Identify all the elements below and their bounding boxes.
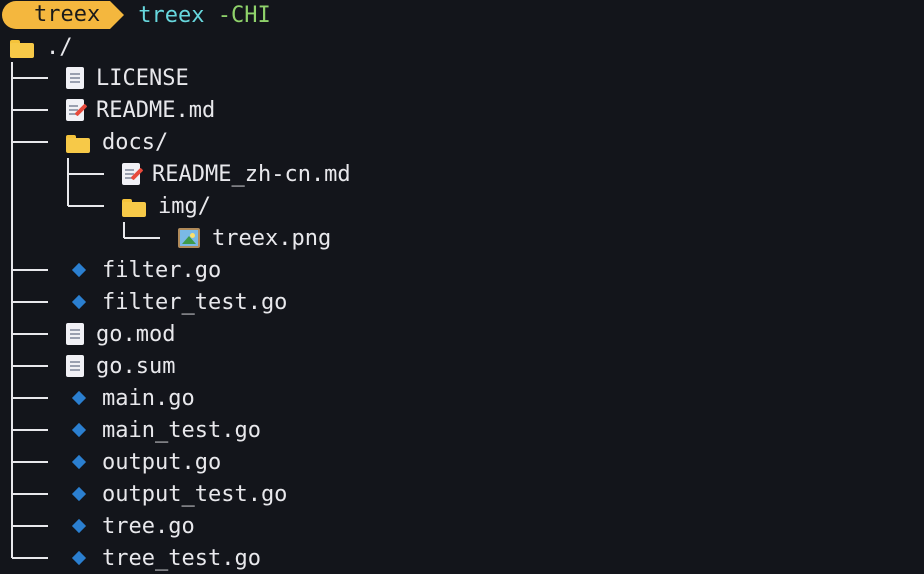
entry-name: filter.go — [102, 257, 222, 283]
tree-connector — [12, 109, 48, 111]
prompt-segment: treex — [2, 1, 125, 29]
go-icon — [71, 454, 87, 470]
go-icon — [71, 550, 87, 566]
entry-name: main_test.go — [102, 417, 261, 443]
command-name: treex — [138, 2, 205, 28]
memo-icon — [122, 163, 140, 185]
tree-connector — [12, 397, 48, 399]
memo-icon — [66, 99, 84, 121]
go-icon — [71, 262, 87, 278]
image-icon — [178, 228, 200, 248]
tree-connector — [12, 269, 48, 271]
entry-name: docs/ — [102, 129, 169, 155]
tree-entry[interactable]: output_test.go — [66, 478, 287, 510]
tree-entry[interactable]: go.sum — [66, 350, 175, 382]
tree-connector — [12, 365, 48, 367]
tree-root: ./ — [10, 31, 73, 63]
tree-connector — [124, 237, 160, 239]
tree-connector — [12, 525, 48, 527]
tree-connector — [12, 333, 48, 335]
entry-name: README.md — [96, 97, 216, 123]
go-icon — [71, 518, 87, 534]
entry-name: main.go — [102, 385, 195, 411]
entry-name: tree.go — [102, 513, 195, 539]
go-icon — [71, 422, 87, 438]
tree-entry[interactable]: main_test.go — [66, 414, 261, 446]
go-icon — [71, 294, 87, 310]
img-branch — [123, 222, 125, 238]
tree-entry[interactable]: filter.go — [66, 254, 221, 286]
tree-connector — [12, 557, 48, 559]
tree-connector — [12, 301, 48, 303]
entry-name: go.sum — [96, 353, 176, 379]
tree-entry[interactable]: README_zh-cn.md — [122, 158, 351, 190]
tree-connector — [12, 461, 48, 463]
tree-connector — [12, 141, 48, 143]
tree-entry[interactable]: img/ — [122, 190, 211, 222]
tree-connector — [68, 173, 104, 175]
command-args: -CHI — [217, 2, 271, 28]
tree-entry[interactable]: tree.go — [66, 510, 195, 542]
file-icon — [66, 323, 84, 345]
tree-entry[interactable]: tree_test.go — [66, 542, 261, 574]
go-icon — [71, 486, 87, 502]
folder-icon — [66, 135, 90, 153]
tree-entry[interactable]: output.go — [66, 446, 221, 478]
entry-name: output_test.go — [102, 481, 288, 507]
tree-connector — [68, 205, 104, 207]
folder-icon — [10, 40, 34, 58]
entry-name: README_zh-cn.md — [152, 161, 351, 187]
entry-name: output.go — [102, 449, 222, 475]
tree-connector — [12, 429, 48, 431]
tree-connector — [12, 77, 48, 79]
tree-trunk — [11, 62, 13, 558]
entry-name: filter_test.go — [102, 289, 288, 315]
entry-name: go.mod — [96, 321, 176, 347]
tree-entry[interactable]: go.mod — [66, 318, 175, 350]
tree-entry[interactable]: filter_test.go — [66, 286, 287, 318]
command-line: treex -CHI — [138, 3, 270, 28]
entry-name: img/ — [158, 193, 211, 219]
entry-name: LICENSE — [96, 65, 189, 91]
tree-entry[interactable]: LICENSE — [66, 62, 189, 94]
entry-name: tree_test.go — [102, 545, 261, 571]
file-icon — [66, 67, 84, 89]
tree-entry[interactable]: treex.png — [178, 222, 331, 254]
tree-connector — [12, 493, 48, 495]
docs-branch — [67, 158, 69, 206]
shell-prompt: treex treex -CHI — [0, 0, 271, 30]
tree-entry[interactable]: docs/ — [66, 126, 168, 158]
tree-entry[interactable]: README.md — [66, 94, 215, 126]
entry-name: treex.png — [212, 225, 332, 251]
root-label: ./ — [46, 34, 73, 60]
folder-icon — [122, 199, 146, 217]
go-icon — [71, 390, 87, 406]
file-icon — [66, 355, 84, 377]
tree-entry[interactable]: main.go — [66, 382, 195, 414]
